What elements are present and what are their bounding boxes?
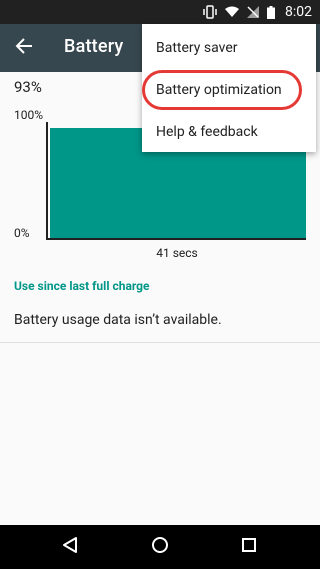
status-time: 8:02 xyxy=(285,4,312,20)
arrow-back-icon xyxy=(15,37,33,59)
usage-message: Battery usage data isn’t available. xyxy=(14,312,222,328)
nav-home-icon xyxy=(151,536,169,558)
status-icons: 8:02 xyxy=(203,0,312,24)
graph-y-axis xyxy=(46,122,48,240)
section-header: Use since last full charge xyxy=(14,279,150,293)
navigation-bar xyxy=(0,525,320,569)
status-bar: 8:02 xyxy=(0,0,320,24)
back-button[interactable] xyxy=(8,32,40,64)
nav-home-button[interactable] xyxy=(147,534,173,560)
nav-back-icon xyxy=(61,536,79,558)
nav-back-button[interactable] xyxy=(57,534,83,560)
no-signal-icon xyxy=(247,6,259,18)
battery-icon xyxy=(267,5,275,19)
divider xyxy=(0,342,320,343)
menu-item-help-feedback[interactable]: Help & feedback xyxy=(142,112,316,152)
graph-top-label: 100% xyxy=(14,108,44,122)
wifi-icon xyxy=(225,6,239,18)
menu-item-battery-optimization[interactable]: Battery optimization xyxy=(142,70,316,110)
graph-bottom-label: 0% xyxy=(14,226,30,240)
overflow-menu: Battery saver Battery optimization Help … xyxy=(142,24,316,152)
graph-duration-label: 41 secs xyxy=(156,246,198,260)
battery-percent: 93% xyxy=(14,78,42,96)
vibrate-icon xyxy=(203,5,217,19)
graph-x-axis xyxy=(46,238,306,240)
page-title: Battery xyxy=(64,36,124,57)
nav-recents-icon xyxy=(241,537,257,557)
menu-item-battery-saver[interactable]: Battery saver xyxy=(142,28,316,68)
nav-recents-button[interactable] xyxy=(236,534,262,560)
